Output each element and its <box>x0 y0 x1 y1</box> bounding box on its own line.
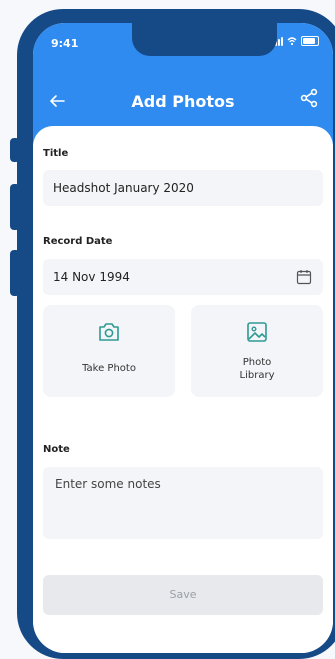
take-photo-label: Take Photo <box>82 363 136 374</box>
title-field[interactable]: Headshot January 2020 <box>43 170 323 206</box>
app-frame: 9:41 Add Photos Title Headshot January 2… <box>0 0 335 659</box>
calendar-icon[interactable] <box>295 268 313 286</box>
title-label: Title <box>43 148 69 159</box>
photo-library-label-line2: Library <box>239 370 275 381</box>
camera-icon <box>99 323 119 341</box>
note-field[interactable]: Enter some notes <box>43 467 323 539</box>
photo-library-button[interactable]: Photo Library <box>191 305 323 397</box>
status-icons <box>272 36 319 46</box>
save-button[interactable]: Save <box>43 575 323 615</box>
battery-icon <box>301 36 319 46</box>
photo-library-label-line1: Photo <box>242 357 272 368</box>
phone-frame: 9:41 Add Photos Title Headshot January 2… <box>17 9 335 659</box>
phone-screen: 9:41 Add Photos Title Headshot January 2… <box>33 23 333 653</box>
take-photo-button[interactable]: Take Photo <box>43 305 175 397</box>
status-time: 9:41 <box>51 37 79 50</box>
record-date-field[interactable]: 14 Nov 1994 <box>43 259 323 295</box>
image-icon <box>247 322 267 342</box>
notch <box>132 23 277 56</box>
note-label: Note <box>43 444 70 455</box>
record-date-label: Record Date <box>43 236 113 247</box>
share-icon[interactable] <box>297 86 321 110</box>
wifi-icon <box>287 37 297 46</box>
record-date-value: 14 Nov 1994 <box>53 270 130 284</box>
page-title: Add Photos <box>131 92 235 111</box>
